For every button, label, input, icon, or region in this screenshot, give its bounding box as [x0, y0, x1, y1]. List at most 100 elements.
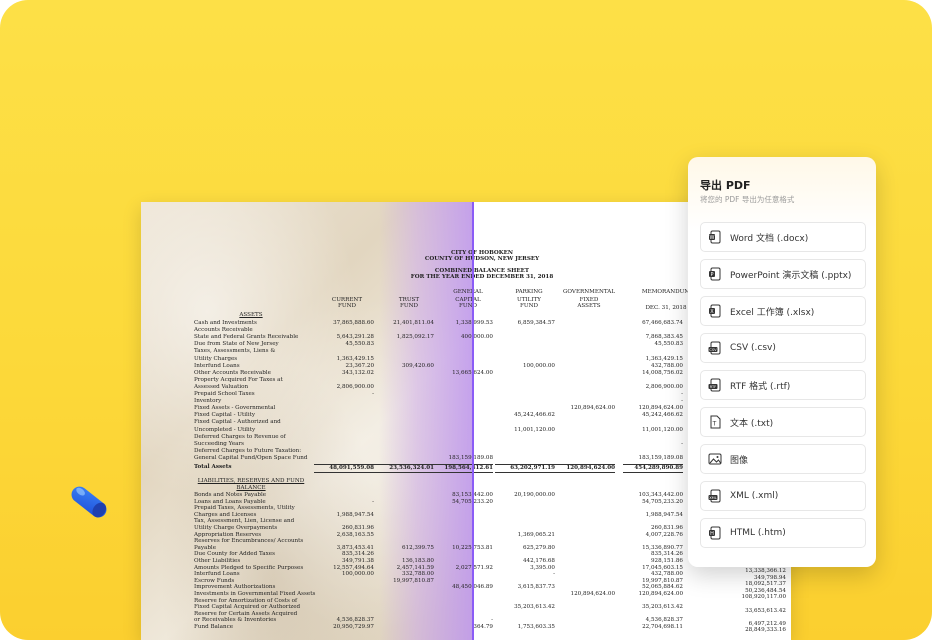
header-gov-3: ASSETS — [577, 303, 601, 309]
liab-cell-park: 35,203,613.42 — [514, 604, 555, 611]
asset-row-label: Deferred Charges to Future Taxation: — [194, 447, 302, 454]
memo-prior-year-cell: 13,338,366.12 — [745, 568, 786, 574]
svg-text:X: X — [710, 309, 714, 315]
text-icon: T — [708, 415, 722, 429]
liab-cell-memo: 1,988,947.54 — [645, 511, 683, 518]
asset-row-label: Utility Charges — [194, 355, 238, 362]
excel-icon: X — [708, 304, 722, 318]
liab-row-label: Improvement Authorizations — [194, 584, 276, 591]
liabilities-heading-2: BALANCE — [236, 485, 266, 491]
comparison-slider-handle[interactable] — [472, 202, 474, 640]
total-assets-trust: 23,536,324.01 — [374, 464, 434, 473]
liabilities-heading-1: LIABILITIES, RESERVES AND FUND — [197, 478, 305, 484]
panel-subtitle: 将您的 PDF 导出为任意格式 — [700, 195, 795, 204]
liab-row-label: Other Liabilities — [194, 558, 241, 564]
export-pdf-panel: 导出 PDF 将您的 PDF 导出为任意格式 W Word 文档 (.docx)… — [688, 157, 876, 567]
svg-text:W: W — [710, 235, 715, 241]
liab-cell-cur: 260,831.96 — [341, 525, 374, 531]
liab-cell-gen: 10,225,753.81 — [433, 545, 493, 552]
memo-prior-year-cell: 33,653,613.42 — [745, 607, 786, 614]
header-memo-1: MEMORANDUM — [641, 289, 691, 295]
liab-cell-memo: 19,997,810.87 — [642, 577, 683, 584]
liab-cell-cur: 2,638,163.55 — [336, 531, 374, 538]
liab-cell-cur: 100,000.00 — [341, 571, 374, 578]
export-option-label: Excel 工作簿 (.xlsx) — [730, 307, 815, 318]
liab-row-label: Charges and Licenses — [194, 511, 257, 518]
svg-text:T: T — [712, 421, 717, 428]
asset-row-label: Deferred Charges to Revenue of — [194, 433, 286, 440]
liab-row-label: Fixed Capital Acquired or Authorized — [194, 604, 301, 611]
liab-cell-park: 442,176.68 — [522, 558, 555, 564]
liab-cell-cur: 12,557,494.64 — [333, 564, 374, 571]
asset-cell-park: 11,001,120.00 — [514, 426, 555, 433]
liab-cell-cur: 349,791.38 — [341, 558, 374, 564]
liab-row-label: Reserves for Encumbrances/ Accounts — [194, 538, 304, 545]
liab-row-label: Amounts Pledged to Specific Purposes — [194, 564, 304, 571]
rtf-icon: RTF — [708, 378, 722, 392]
export-option-word[interactable]: W Word 文档 (.docx) — [700, 222, 866, 252]
export-option-label: PowerPoint 演示文稿 (.pptx) — [730, 270, 852, 281]
liab-row-label: or Receivables & Inventories — [194, 617, 277, 624]
liab-cell-cur: - — [372, 498, 374, 505]
liab-cell-gen: 54,705,233.20 — [433, 499, 493, 506]
liab-cell-memo: 928,151.86 — [650, 558, 683, 564]
asset-cell-cur: 5,643,291.28 — [336, 334, 374, 341]
total-assets-park: 63,202,971.19 — [495, 464, 555, 473]
export-option-xml[interactable]: XML XML (.xml) — [700, 481, 866, 511]
liab-cell-trust: 136,183.80 — [401, 558, 434, 564]
liab-cell-memo: 835,314.26 — [650, 551, 683, 558]
export-option-html[interactable]: H HTML (.htm) — [700, 518, 866, 548]
asset-cell-memo: 7,868,383.45 — [645, 334, 683, 341]
asset-cell-park: 6,859,384.57 — [517, 320, 555, 326]
asset-row-label: Due from State of New Jersey — [194, 341, 279, 348]
asset-cell-cur: 45,550.83 — [345, 341, 374, 348]
csv-icon: CSV — [708, 341, 722, 355]
memo-prior-year-cell: 28,849,333.16 — [745, 627, 786, 634]
memo-prior-year-cell: 349,798.94 — [753, 574, 786, 581]
export-option-text[interactable]: T 文本 (.txt) — [700, 407, 866, 437]
header-gov-1: GOVERNMENTAL — [562, 289, 616, 295]
export-option-image[interactable]: 图像 — [700, 444, 866, 474]
header-memo-2: DEC. 31, 2018 — [645, 305, 687, 311]
doc-title-year: FOR THE YEAR ENDED DECEMBER 31, 2018 — [410, 274, 554, 280]
asset-cell-memo: 11,001,120.00 — [642, 426, 683, 433]
asset-cell-memo: 120,894,624.00 — [638, 405, 683, 412]
svg-text:P: P — [710, 272, 713, 278]
total-assets-label: Total Assets — [194, 464, 232, 470]
image-icon — [708, 452, 722, 466]
export-option-label: Word 文档 (.docx) — [730, 233, 809, 244]
asset-cell-cur: 37,865,888.60 — [333, 320, 374, 326]
liab-cell-trust: 332,788.00 — [401, 571, 434, 578]
liab-row-label: Utility Charge Overpayments — [194, 525, 278, 531]
liab-cell-park: 625,279.80 — [522, 544, 555, 551]
liab-cell-gen: 83,153,442.00 — [433, 492, 493, 499]
export-option-csv[interactable]: CSV CSV (.csv) — [700, 333, 866, 363]
export-option-excel[interactable]: X Excel 工作簿 (.xlsx) — [700, 296, 866, 326]
liab-cell-memo: 17,045,603.15 — [642, 564, 683, 571]
export-option-label: 文本 (.txt) — [730, 418, 774, 429]
export-option-rtf[interactable]: RTF RTF 格式 (.rtf) — [700, 370, 866, 400]
liab-cell-cur: 4,536,828.37 — [336, 617, 374, 624]
memo-prior-year-cell: 50,236,484.54 — [745, 587, 786, 594]
asset-row-label: Taxes, Assessments, Liens & — [194, 348, 276, 355]
liab-cell-trust: 2,457,141.59 — [396, 564, 434, 571]
export-option-label: RTF 格式 (.rtf) — [730, 381, 791, 392]
asset-cell-memo: 45,242,466.62 — [642, 412, 683, 419]
memo-prior-year-cell: 18,092,517.37 — [745, 581, 786, 588]
export-option-label: CSV (.csv) — [730, 343, 776, 353]
total-assets-cur: 48,091,559.08 — [314, 464, 374, 473]
liab-cell-park: 3,395.00 — [530, 564, 555, 571]
liab-cell-cur: 835,314.26 — [341, 551, 374, 558]
asset-row-label: Assessed Valuation — [194, 383, 249, 390]
liab-cell-memo: 15,336,890.77 — [642, 544, 683, 551]
liab-cell-park: 1,369,065.21 — [517, 531, 555, 538]
liab-cell-memo: 35,203,613.42 — [642, 604, 683, 611]
liab-row-label: Payable — [194, 544, 217, 551]
asset-row-label: Fixed Assets - Governmental — [194, 405, 276, 412]
liab-row-label: Interfund Loans — [194, 571, 240, 578]
liab-cell-gen: - — [491, 617, 493, 624]
asset-row-label: Succeeding Years — [194, 440, 245, 447]
export-option-powerpoint[interactable]: P PowerPoint 演示文稿 (.pptx) — [700, 259, 866, 289]
liab-cell-memo: 120,894,624.00 — [638, 591, 683, 597]
liab-cell-memo: 432,788.00 — [650, 571, 683, 578]
